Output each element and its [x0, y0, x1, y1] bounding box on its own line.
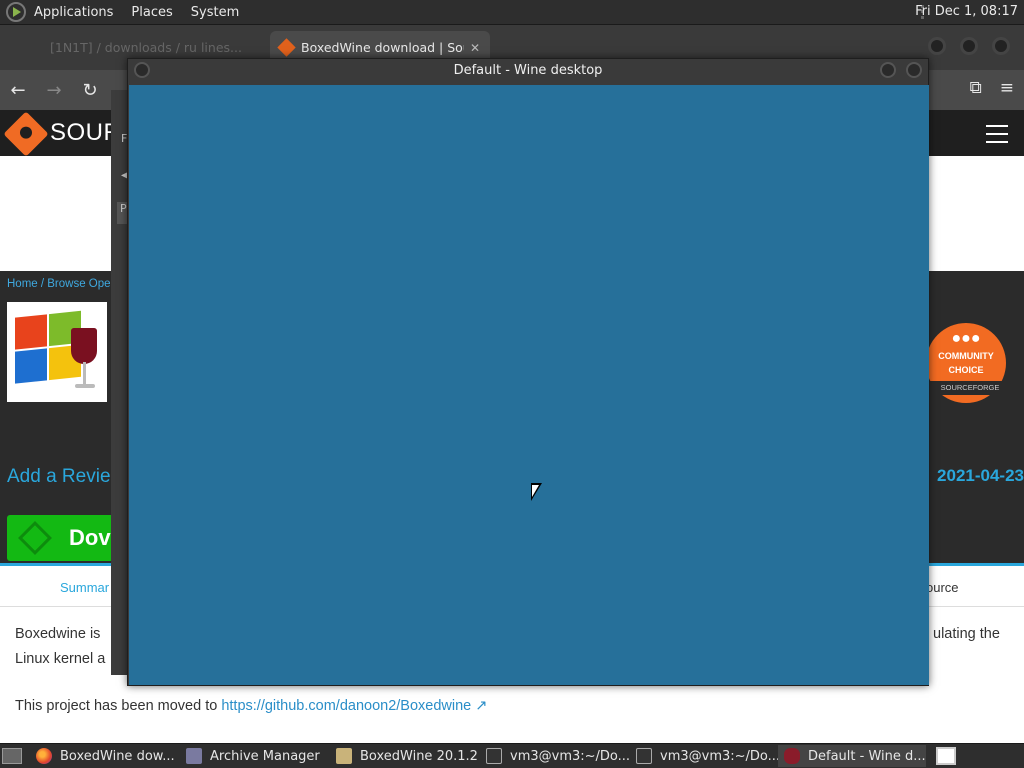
terminal-icon: [486, 748, 502, 764]
terminal-icon: [636, 748, 652, 764]
wine-glass-stem: [83, 362, 86, 384]
window-title: Default - Wine desktop: [453, 63, 603, 78]
badge-line1: COMMUNITY: [938, 351, 994, 361]
wine-titlebar[interactable]: Default - Wine desktop: [128, 59, 928, 85]
tab-source[interactable]: ource: [926, 580, 959, 595]
workspace-pager[interactable]: [936, 747, 956, 765]
task-terminal-2[interactable]: vm3@vm3:~/Do...: [630, 745, 778, 767]
wine-icon: [784, 748, 800, 764]
badge-brand: SOURCEFORGE: [930, 381, 1010, 395]
minimize-button[interactable]: [880, 62, 896, 78]
reload-button[interactable]: ↻: [72, 80, 108, 101]
breadcrumb[interactable]: Home / Browse Ope: [7, 278, 111, 290]
desc-line1-left: Boxedwine is: [15, 626, 101, 642]
download-label: Dov: [69, 525, 111, 550]
people-icon: ●●●: [951, 330, 981, 347]
project-logo: [7, 302, 107, 402]
wine-desktop-window: Default - Wine desktop: [127, 58, 929, 686]
maximize-button[interactable]: [960, 37, 978, 55]
moved-text: This project has been moved to: [15, 698, 222, 714]
extensions-icon[interactable]: ⧉: [970, 78, 982, 98]
maximize-button[interactable]: [906, 62, 922, 78]
task-terminal-1[interactable]: vm3@vm3:~/Do...: [480, 745, 630, 767]
task-label: Archive Manager: [210, 748, 320, 764]
github-link[interactable]: https://github.com/danoon2/Boxedwine: [221, 698, 471, 714]
hamburger-menu-icon[interactable]: [986, 125, 1008, 149]
menu-applications[interactable]: Applications: [34, 5, 113, 20]
close-tab-icon[interactable]: ✕: [470, 41, 480, 55]
folder-icon: [336, 748, 352, 764]
top-panel: Applications Places System Fri Dec 1, 08…: [0, 0, 1024, 25]
moved-notice: This project has been moved to https://g…: [15, 698, 487, 714]
community-choice-badge: ●●● COMMUNITY CHOICE SOURCEFORGE: [926, 323, 1010, 403]
release-date: 2021-04-23: [937, 466, 1024, 485]
close-window-button[interactable]: [992, 37, 1010, 55]
task-label: Default - Wine d...: [808, 748, 926, 764]
task-label: BoxedWine 20.1.2: [360, 748, 478, 764]
firefox-icon: [36, 748, 52, 764]
wine-glass-icon: [71, 328, 97, 364]
window-menu-button[interactable]: [134, 62, 150, 78]
wine-desktop-area[interactable]: [129, 85, 929, 685]
distro-logo-icon[interactable]: [6, 2, 26, 22]
download-icon: [18, 521, 52, 555]
task-label: vm3@vm3:~/Do...: [660, 748, 778, 764]
tab-summary[interactable]: Summar: [60, 580, 109, 595]
mouse-pointer-icon: [531, 483, 542, 501]
minimize-button[interactable]: [928, 37, 946, 55]
desc-line1-right: ulating the: [933, 626, 1000, 642]
task-boxedwine-folder[interactable]: BoxedWine 20.1.2: [330, 745, 480, 767]
task-archive-manager[interactable]: Archive Manager: [180, 745, 330, 767]
task-label: vm3@vm3:~/Do...: [510, 748, 630, 764]
sourceforge-mark-icon: [3, 111, 49, 157]
forward-button[interactable]: →: [36, 80, 72, 101]
tab-title: [1N1T] / downloads / ru lines...: [50, 40, 242, 55]
browser-window-controls: [928, 37, 1024, 55]
desc-line2-left: Linux kernel a: [15, 651, 106, 667]
add-review-link[interactable]: Add a Revie: [7, 466, 111, 488]
task-wine-desktop[interactable]: Default - Wine d...: [778, 745, 926, 767]
task-label: BoxedWine dow...: [60, 748, 175, 764]
clock[interactable]: Fri Dec 1, 08:17: [915, 4, 1018, 19]
badge-line2: CHOICE: [948, 365, 984, 375]
task-firefox[interactable]: BoxedWine dow...: [30, 745, 180, 767]
sourceforge-favicon-icon: [277, 38, 296, 57]
back-button[interactable]: ←: [0, 80, 36, 101]
menu-places[interactable]: Places: [131, 5, 172, 20]
app-menu-icon[interactable]: ≡: [1000, 78, 1014, 98]
archive-icon: [186, 748, 202, 764]
menu-system[interactable]: System: [191, 5, 239, 20]
wine-glass-base: [75, 384, 95, 388]
sourceforge-logo[interactable]: SOUR: [3, 111, 121, 157]
taskbar: BoxedWine dow... Archive Manager BoxedWi…: [0, 743, 1024, 768]
show-desktop-icon[interactable]: [2, 748, 22, 764]
external-link-icon: ↗: [475, 698, 488, 714]
tab-title: BoxedWine download | Sou: [301, 40, 464, 55]
